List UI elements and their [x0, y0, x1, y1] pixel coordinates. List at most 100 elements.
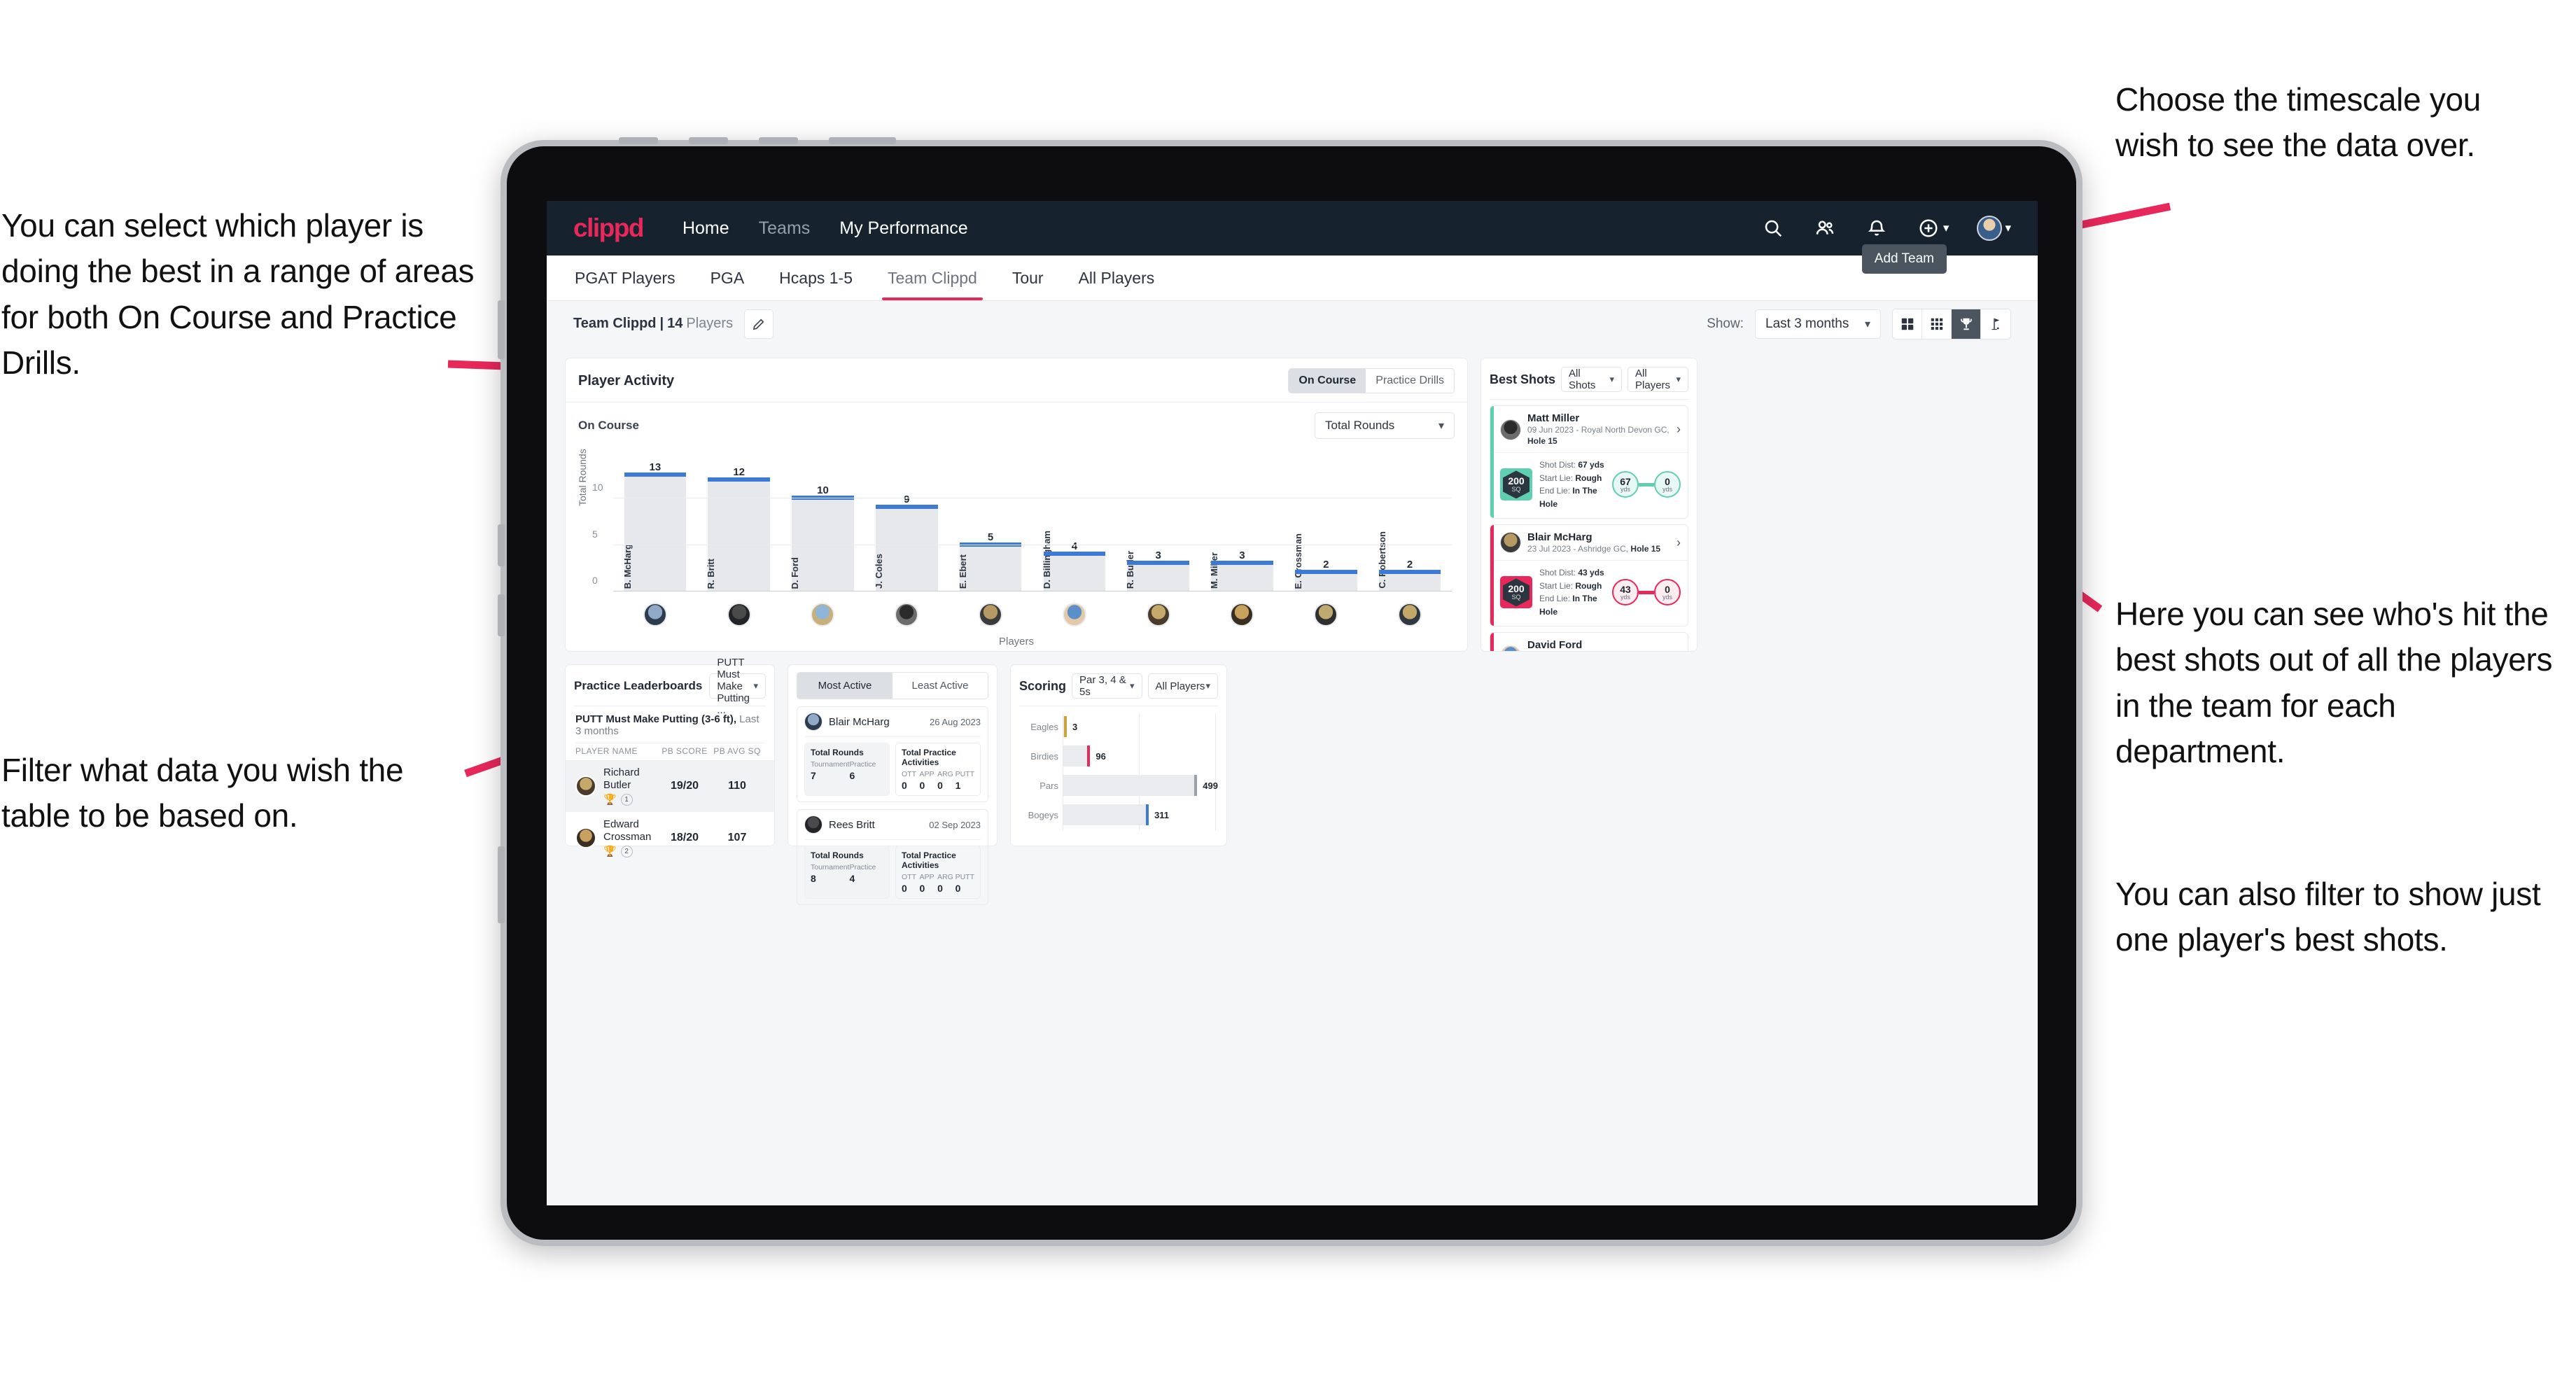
practice-stat-value: 0 — [919, 780, 925, 791]
scoring-category-label: Pars — [1040, 780, 1058, 791]
chevron-right-icon[interactable]: › — [1676, 649, 1681, 651]
bar-column[interactable]: 3 M. Miller — [1200, 461, 1284, 592]
metric-select[interactable]: Total Rounds ▾ — [1315, 412, 1455, 439]
player-avatar[interactable] — [804, 816, 822, 834]
bar-column[interactable]: 10 D. Ford — [781, 461, 865, 592]
player-avatar[interactable] — [643, 603, 667, 626]
practice-stat-label: APP — [919, 873, 934, 881]
best-shot-header: Blair McHarg 23 Jul 2023 - Ashridge GC, … — [1490, 525, 1688, 561]
plus-circle-icon[interactable] — [1917, 216, 1940, 240]
edit-team-button[interactable] — [744, 309, 774, 339]
bar-column[interactable]: 5 E. Ebert — [948, 461, 1032, 592]
grid-large-icon[interactable] — [1893, 309, 1922, 339]
best-shot-card[interactable]: David Ford 24 Aug 2023 - Royal North Dev… — [1490, 631, 1688, 651]
practice-stat-value: 1 — [955, 780, 961, 791]
player-avatar[interactable] — [1230, 603, 1254, 626]
table-row[interactable]: Edward Crossman 🏆 2 18/20 107 — [566, 812, 774, 864]
nav-link-teams[interactable]: Teams — [759, 218, 811, 239]
best-shot-card[interactable]: Blair McHarg 23 Jul 2023 - Ashridge GC, … — [1490, 524, 1688, 626]
nav-link-home[interactable]: Home — [682, 218, 729, 239]
player-avatar[interactable] — [811, 603, 835, 626]
player-avatar[interactable] — [575, 827, 596, 848]
tab-least-active[interactable]: Least Active — [892, 673, 988, 699]
best-shot-card[interactable]: Matt Miller 09 Jun 2023 - Royal North De… — [1490, 405, 1688, 519]
leaderboard-rows: Richard Butler 🏆 1 19/20 110 Edward Cros… — [566, 760, 774, 864]
player-avatar[interactable] — [804, 713, 822, 731]
bar-value-label: 4 — [1071, 540, 1078, 552]
grid-small-icon[interactable] — [1922, 309, 1952, 339]
tab-tour[interactable]: Tour — [1011, 259, 1045, 298]
people-icon[interactable] — [1813, 216, 1837, 240]
drill-select[interactable]: PUTT Must Make Putting ... ▾ — [709, 657, 766, 716]
activity-entry-card[interactable]: Blair McHarg 26 Aug 2023 Total Rounds To… — [797, 706, 988, 802]
bar-column[interactable]: 4 D. Billingham — [1032, 461, 1116, 592]
leaderboard-badges: 🏆 1 — [603, 794, 659, 806]
player-avatar[interactable] — [895, 603, 919, 626]
segment-practice-drills[interactable]: Practice Drills — [1366, 369, 1454, 393]
timescale-select[interactable]: Last 3 months ▾ — [1755, 309, 1881, 339]
player-avatar[interactable] — [1146, 603, 1170, 626]
nav-link-my-performance[interactable]: My Performance — [839, 218, 967, 239]
practice-leaderboards-card: Practice Leaderboards PUTT Must Make Put… — [565, 657, 775, 858]
bar-column[interactable]: 2 C. Robertson — [1368, 461, 1452, 592]
scoring-category-label: Bogeys — [1028, 809, 1058, 820]
avatar[interactable] — [1977, 216, 2003, 241]
tab-pga[interactable]: PGA — [709, 259, 746, 298]
scoring-bar-value: 96 — [1096, 750, 1106, 762]
best-shots-player-filter[interactable]: All Players ▾ — [1628, 367, 1688, 392]
tab-team-clippd[interactable]: Team Clippd — [882, 259, 983, 300]
bar: E. Ebert — [958, 542, 1022, 592]
player-avatar[interactable] — [1500, 532, 1521, 554]
best-shot-meta: 23 Jul 2023 - Ashridge GC, Hole 15 — [1527, 543, 1661, 554]
bar-column[interactable]: 2 E. Crossman — [1284, 461, 1368, 592]
player-activity-title: Player Activity — [578, 372, 675, 388]
team-title: Team Clippd | 14 Players — [573, 316, 733, 332]
bar-column[interactable]: 9 J. Coles — [864, 461, 948, 592]
total-rounds-cols: Tournament 7 Practice 6 — [811, 760, 883, 781]
shot-type-filter[interactable]: All Shots ▾ — [1561, 367, 1623, 392]
table-row[interactable]: Richard Butler 🏆 1 19/20 110 — [566, 760, 774, 812]
activity-entry-card[interactable]: Rees Britt 02 Sep 2023 Total Rounds Tour… — [797, 809, 988, 905]
player-avatar[interactable] — [1500, 419, 1521, 440]
bar-column[interactable]: 3 R. Butler — [1116, 461, 1200, 592]
dashboard-row-1: Player Activity On Course Practice Drill… — [565, 358, 2019, 652]
player-avatar[interactable] — [1398, 603, 1422, 626]
player-avatar[interactable] — [727, 603, 751, 626]
bar-column[interactable]: 12 R. Britt — [697, 461, 781, 592]
y-axis-label: Total Rounds — [577, 449, 588, 506]
tab-pgat-players[interactable]: PGAT Players — [573, 259, 677, 298]
bar-column[interactable]: 13 B. McHarg — [613, 461, 697, 592]
tab-most-active[interactable]: Most Active — [797, 673, 892, 699]
bell-icon[interactable] — [1865, 216, 1889, 240]
chevron-right-icon[interactable]: › — [1676, 422, 1681, 437]
y-axis-tick: 0 — [592, 575, 598, 586]
clippd-logo[interactable]: clippd — [573, 214, 644, 243]
player-avatar[interactable] — [1314, 603, 1338, 626]
device-button-top-1 — [619, 137, 658, 144]
activity-entry-stats: Total Rounds Tournament 7 Practice 6 Total … — [804, 736, 981, 796]
shot-start-distance: 43 yds — [1612, 579, 1639, 606]
player-avatar[interactable] — [979, 603, 1003, 626]
subheader-controls: Show: Last 3 months ▾ — [1707, 308, 2011, 340]
player-avatar[interactable] — [1500, 645, 1521, 651]
add-menu[interactable]: ▾ — [1917, 216, 1949, 240]
par-filter-value: Par 3, 4 & 5s — [1079, 674, 1126, 698]
total-rounds-title: Total Rounds — [811, 748, 864, 757]
par-filter[interactable]: Par 3, 4 & 5s ▾ — [1072, 673, 1142, 699]
trophy-icon[interactable] — [1952, 309, 1981, 339]
avatar-cell — [1284, 603, 1368, 626]
segment-on-course[interactable]: On Course — [1289, 369, 1366, 393]
chevron-down-icon: ▾ — [1942, 221, 1949, 234]
tab-hcaps-1-5[interactable]: Hcaps 1-5 — [778, 259, 854, 298]
chevron-right-icon[interactable]: › — [1676, 536, 1681, 550]
team-name: Team Clippd — [573, 316, 657, 331]
profile-menu[interactable]: ▾ — [1977, 216, 2011, 241]
search-icon[interactable] — [1761, 216, 1785, 240]
scoring-player-filter[interactable]: All Players ▾ — [1147, 673, 1219, 699]
practice-stat-label: ARG — [937, 770, 953, 778]
shot-end-unit: yds — [1662, 593, 1672, 601]
player-avatar[interactable] — [1062, 603, 1086, 626]
player-avatar[interactable] — [575, 776, 596, 797]
flag-icon[interactable] — [1981, 309, 2010, 339]
tab-all-players[interactable]: All Players — [1077, 259, 1156, 298]
